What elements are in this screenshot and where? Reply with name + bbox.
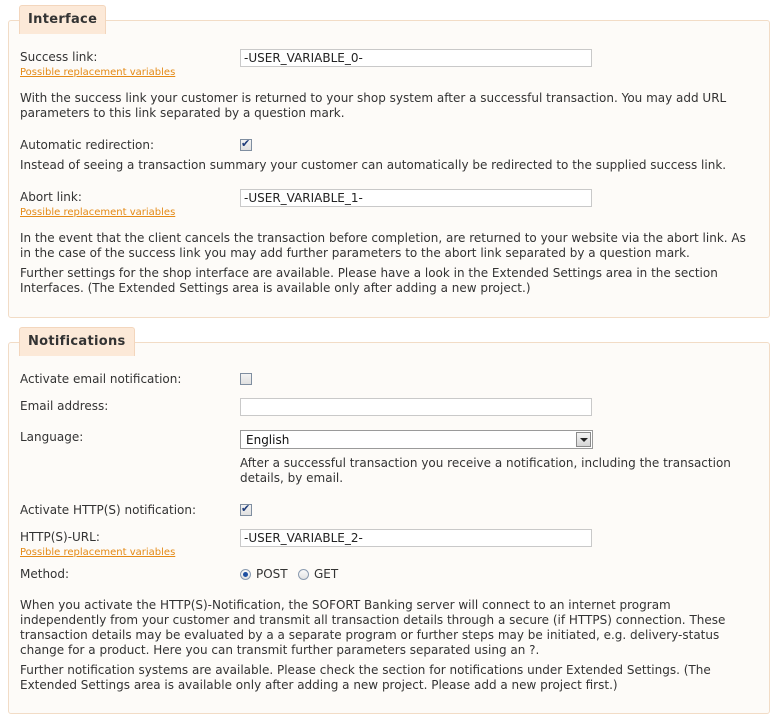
language-selected-value: English — [246, 433, 290, 447]
interface-legend: Interface — [19, 5, 107, 34]
email-address-label: Email address: — [20, 399, 109, 413]
auto-redirect-checkbox[interactable] — [240, 137, 252, 151]
http-replacement-variables-link[interactable]: Possible replacement variables — [20, 547, 175, 558]
notifications-further-help: Further notification systems are availab… — [20, 663, 711, 692]
success-link-input[interactable] — [240, 49, 592, 67]
abort-link-help: In the event that the client cancels the… — [20, 231, 746, 260]
method-label: Method: — [20, 567, 70, 581]
language-select[interactable]: English — [240, 430, 593, 449]
notifications-legend: Notifications — [19, 327, 135, 356]
success-replacement-variables-link[interactable]: Possible replacement variables — [20, 67, 175, 78]
method-get-label[interactable]: GET — [314, 567, 338, 581]
language-label: Language: — [20, 430, 84, 444]
abort-link-input[interactable] — [240, 189, 592, 207]
method-post-radio[interactable] — [240, 569, 251, 580]
success-link-help: With the success link your customer is r… — [20, 91, 727, 120]
http-notification-help: When you activate the HTTP(S)-Notificati… — [20, 598, 726, 657]
abort-link-label: Abort link: — [20, 190, 82, 204]
chevron-down-icon[interactable] — [576, 432, 591, 447]
language-help: After a successful transaction you recei… — [240, 456, 731, 485]
email-notification-label: Activate email notification: — [20, 372, 182, 386]
http-url-label: HTTP(S)-URL: — [20, 530, 100, 544]
success-link-label: Success link: — [20, 50, 98, 64]
method-get-radio[interactable] — [298, 569, 309, 580]
interface-further-help: Further settings for the shop interface … — [20, 266, 718, 295]
http-url-input[interactable] — [240, 529, 592, 547]
auto-redirect-label: Automatic redirection: — [20, 138, 155, 152]
email-address-input[interactable] — [240, 398, 592, 416]
http-notification-checkbox[interactable] — [240, 502, 252, 516]
auto-redirect-help: Instead of seeing a transaction summary … — [20, 158, 727, 172]
http-notification-label: Activate HTTP(S) notification: — [20, 503, 197, 517]
email-notification-checkbox[interactable] — [240, 373, 252, 385]
abort-replacement-variables-link[interactable]: Possible replacement variables — [20, 207, 175, 218]
method-post-label[interactable]: POST — [256, 567, 288, 581]
